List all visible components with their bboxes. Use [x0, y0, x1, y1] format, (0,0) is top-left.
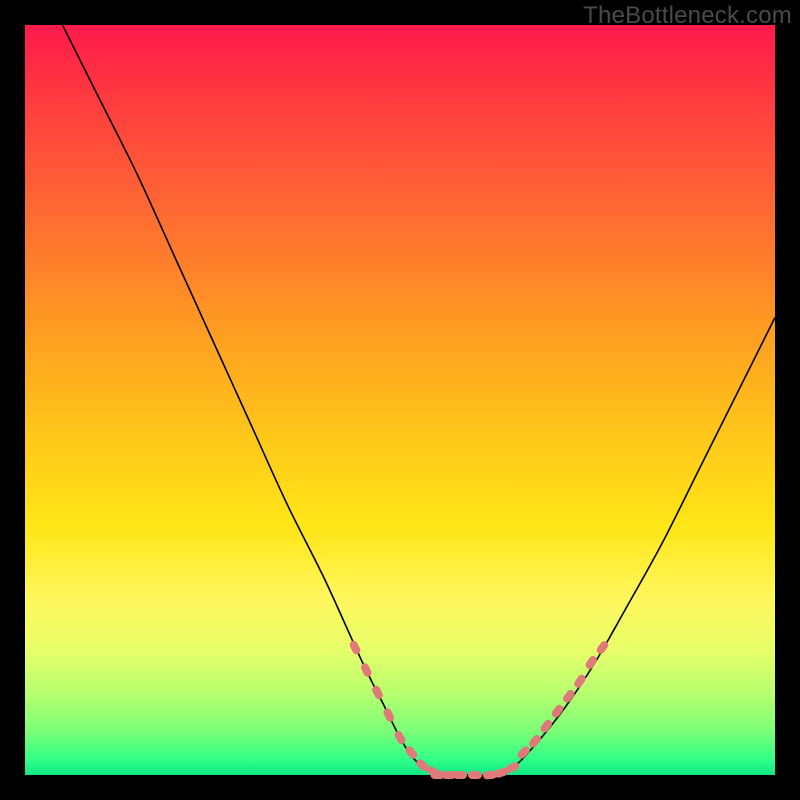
watermark-text: TheBottleneck.com — [583, 2, 792, 30]
markers-right-branch — [516, 640, 610, 761]
markers-valley-floor — [431, 761, 521, 780]
data-marker — [584, 654, 598, 670]
data-marker — [527, 733, 542, 749]
data-marker — [453, 771, 467, 779]
data-marker — [382, 707, 395, 723]
plot-area — [25, 25, 775, 775]
bottleneck-curve — [63, 25, 776, 776]
chart-frame: TheBottleneck.com — [0, 0, 800, 800]
data-marker — [393, 729, 407, 745]
data-marker — [468, 771, 482, 779]
data-marker — [360, 662, 373, 678]
data-marker — [573, 673, 587, 689]
data-marker — [348, 639, 361, 655]
data-marker — [516, 745, 532, 761]
data-marker — [371, 684, 384, 700]
chart-svg — [25, 25, 775, 775]
